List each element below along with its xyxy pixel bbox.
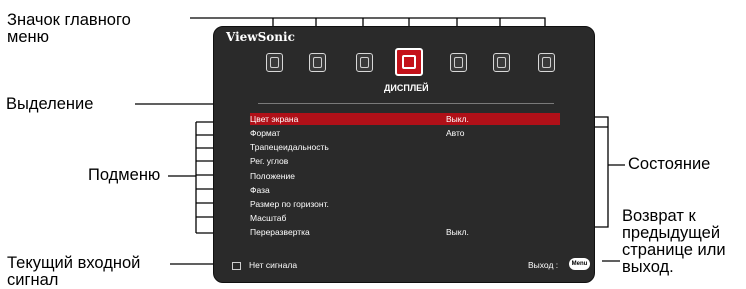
color-icon[interactable] [309, 53, 326, 72]
annotation-main-menu-icon: Значок главного меню [7, 11, 131, 46]
menu-row-keystone[interactable]: Трапецеидальность [250, 141, 560, 153]
menu-button[interactable]: Menu [569, 258, 590, 270]
menu-row-phase[interactable]: Фаза [250, 184, 560, 196]
row-label: Цвет экрана [250, 114, 299, 124]
row-label: Фаза [250, 185, 270, 195]
menu-row-format[interactable]: Формат Авто [250, 127, 560, 139]
row-value: Авто [446, 128, 465, 138]
input-source-icon [232, 262, 241, 270]
picture-icon[interactable] [266, 53, 283, 72]
annotation-current-input: Текущий входной сигнал [7, 254, 141, 289]
row-label: Размер по горизонт. [250, 199, 329, 209]
exit-label: Выход : [528, 260, 559, 270]
menu-row-screen-color[interactable]: Цвет экрана Выкл. [250, 113, 560, 125]
row-label: Формат [250, 128, 281, 138]
advanced-icon[interactable] [493, 53, 510, 72]
annotation-highlight: Выделение [6, 95, 94, 113]
row-label: Положение [250, 171, 295, 181]
image-icon[interactable] [356, 53, 373, 72]
row-label: Масштаб [250, 213, 287, 223]
menu-row-corner-adjust[interactable]: Рег. углов [250, 155, 560, 167]
row-value: Выкл. [446, 114, 469, 124]
divider [258, 103, 554, 104]
row-value: Выкл. [446, 227, 469, 237]
osd-panel: ViewSonic ДИСПЛЕЙ Цвет экрана Выкл. Форм… [213, 26, 595, 283]
info-icon[interactable] [538, 53, 555, 72]
row-label: Переразвертка [250, 227, 310, 237]
brand-logo: ViewSonic [226, 30, 295, 44]
settings-icon[interactable] [450, 53, 467, 72]
menu-row-h-size[interactable]: Размер по горизонт. [250, 198, 560, 210]
display-icon[interactable] [395, 48, 423, 76]
row-label: Рег. углов [250, 156, 289, 166]
menu-row-overscan[interactable]: Переразвертка Выкл. [250, 226, 560, 238]
annotation-submenu: Подменю [88, 166, 161, 184]
annotation-status: Состояние [628, 155, 711, 173]
menu-row-position[interactable]: Положение [250, 170, 560, 182]
tab-title: ДИСПЛЕЙ [384, 83, 429, 93]
annotation-back: Возврат к предыдущей странице или выход. [622, 207, 726, 276]
row-label: Трапецеидальность [250, 142, 329, 152]
menu-row-zoom[interactable]: Масштаб [250, 212, 560, 224]
current-input-signal: Нет сигнала [249, 260, 298, 270]
